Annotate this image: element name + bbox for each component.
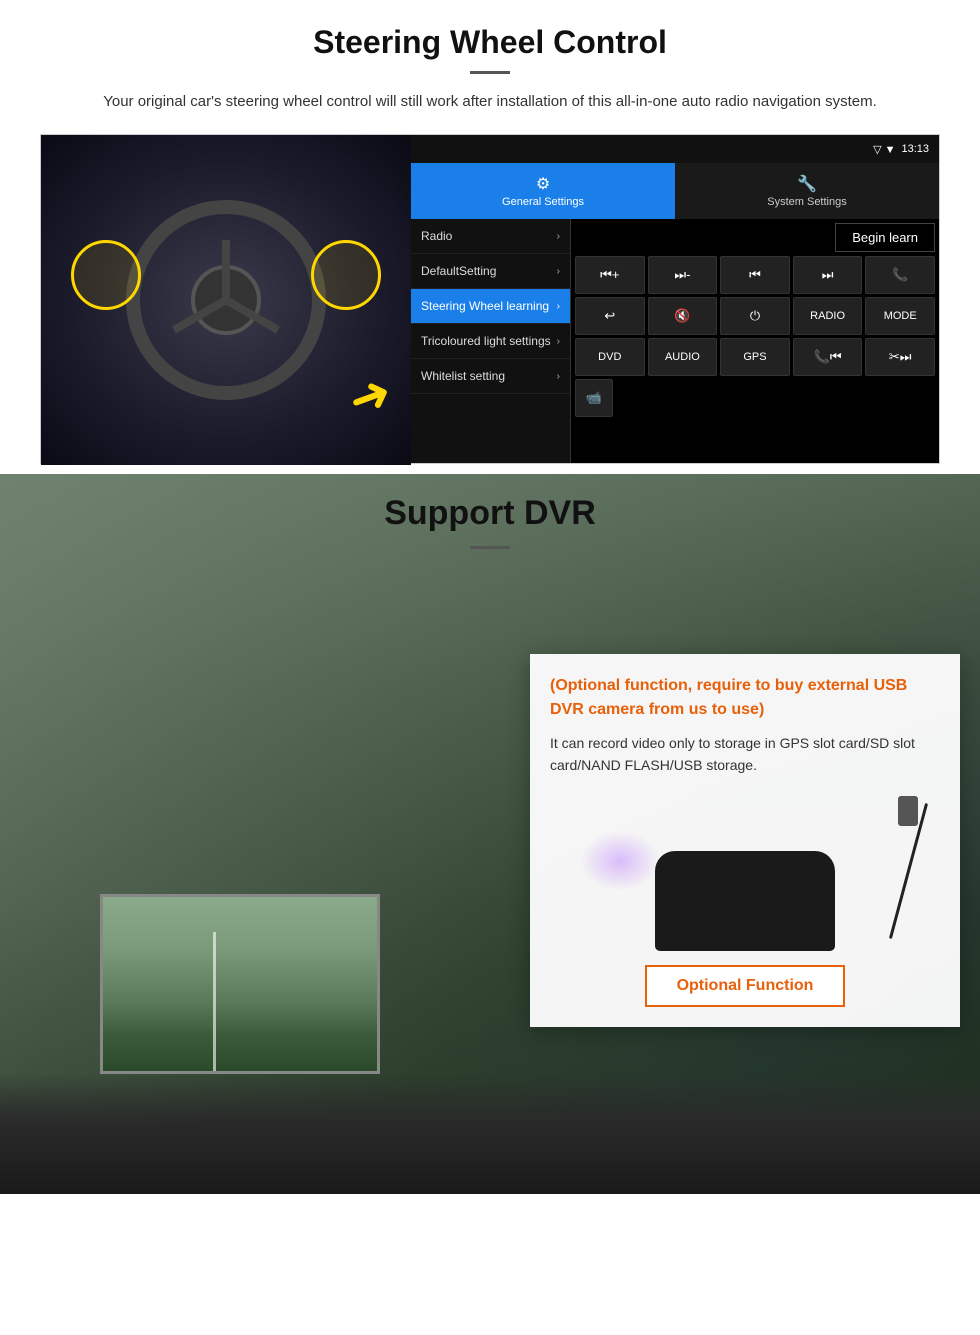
ctrl-cut-next[interactable]: ✂⏭ (865, 338, 935, 376)
menu-list: Radio › DefaultSetting › Steering Wheel … (411, 219, 571, 463)
dvr-bottom-overlay (0, 1074, 980, 1194)
ctrl-vol-down[interactable]: ⏭- (648, 256, 718, 294)
steering-bg: ➜ (41, 135, 411, 465)
dvr-title-divider (470, 546, 510, 549)
optional-function-button[interactable]: Optional Function (645, 965, 846, 1007)
dvr-optional-text: (Optional function, require to buy exter… (550, 674, 940, 722)
dvr-background: Support DVR (Optional function, require … (0, 474, 980, 1194)
status-time: 13:13 (901, 143, 929, 155)
menu-tricoloured-label: Tricoloured light settings (421, 334, 551, 348)
ctrl-mode[interactable]: MODE (865, 297, 935, 335)
dvr-description: It can record video only to storage in G… (550, 732, 940, 777)
menu-steering-label: Steering Wheel learning (421, 299, 549, 313)
dvr-section: Support DVR (Optional function, require … (0, 474, 980, 1194)
steering-title: Steering Wheel Control (40, 24, 940, 61)
dvr-thumbnail (100, 894, 380, 1074)
system-icon: 🔧 (797, 174, 817, 194)
menu-item-whitelist[interactable]: Whitelist setting › (411, 359, 570, 394)
ctrl-vol-up[interactable]: ⏮+ (575, 256, 645, 294)
dvr-title: Support DVR (0, 494, 980, 533)
android-tabs: ⚙ General Settings 🔧 System Settings (411, 163, 939, 219)
android-panel: ▽ ▼ 13:13 ⚙ General Settings 🔧 System Se… (411, 135, 939, 463)
yellow-arrow: ➜ (340, 362, 399, 431)
steering-section: Steering Wheel Control Your original car… (0, 0, 980, 464)
dvr-thumb-inner (103, 897, 377, 1071)
chevron-default: › (557, 266, 560, 277)
ctrl-phone[interactable]: 📞 (865, 256, 935, 294)
ctrl-next[interactable]: ⏭ (793, 256, 863, 294)
gear-icon: ⚙ (536, 174, 550, 194)
ctrl-back[interactable]: ↩ (575, 297, 645, 335)
tab-system-label: System Settings (767, 196, 846, 208)
ctrl-camera[interactable]: 📹 (575, 379, 613, 417)
status-icons: ▽ ▼ (873, 143, 895, 156)
chevron-whitelist: › (557, 371, 560, 382)
ctrl-power[interactable]: ⏻ (720, 297, 790, 335)
menu-radio-label: Radio (421, 229, 452, 243)
controls-grid: ⏮+ ⏭- ⏮ ⏭ 📞 ↩ 🔇 ⏻ RADIO MODE DVD AUDIO G… (575, 256, 935, 376)
ctrl-audio[interactable]: AUDIO (648, 338, 718, 376)
dvr-camera-image (550, 791, 940, 951)
ctrl-prev[interactable]: ⏮ (720, 256, 790, 294)
chevron-steering: › (557, 301, 560, 312)
menu-item-radio[interactable]: Radio › (411, 219, 570, 254)
wheel-outer (126, 200, 326, 400)
title-divider (470, 71, 510, 74)
menu-item-default[interactable]: DefaultSetting › (411, 254, 570, 289)
ctrl-radio[interactable]: RADIO (793, 297, 863, 335)
android-statusbar: ▽ ▼ 13:13 (411, 135, 939, 163)
controls-area: Begin learn ⏮+ ⏭- ⏮ ⏭ 📞 ↩ 🔇 ⏻ RADIO MODE (571, 219, 939, 463)
tab-general-label: General Settings (502, 196, 584, 208)
dvr-camera-body (655, 851, 835, 951)
highlight-right (311, 240, 381, 310)
menu-whitelist-label: Whitelist setting (421, 369, 505, 383)
steering-subtitle: Your original car's steering wheel contr… (80, 90, 900, 114)
spoke-3 (222, 240, 230, 300)
ctrl-phone-prev[interactable]: 📞⏮ (793, 338, 863, 376)
chevron-radio: › (557, 231, 560, 242)
chevron-tricoloured: › (557, 336, 560, 347)
menu-item-tricoloured[interactable]: Tricoloured light settings › (411, 324, 570, 359)
tab-general[interactable]: ⚙ General Settings (411, 163, 675, 219)
highlight-left (71, 240, 141, 310)
menu-area: Radio › DefaultSetting › Steering Wheel … (411, 219, 939, 463)
steering-demo: ➜ ▽ ▼ 13:13 ⚙ General Settings 🔧 System … (40, 134, 940, 464)
steering-photo: ➜ (41, 135, 411, 465)
begin-learn-button[interactable]: Begin learn (835, 223, 935, 252)
dvr-usb-connector (898, 796, 918, 826)
ctrl-dvd[interactable]: DVD (575, 338, 645, 376)
menu-item-steering[interactable]: Steering Wheel learning › (411, 289, 570, 324)
ctrl-mute[interactable]: 🔇 (648, 297, 718, 335)
begin-learn-row: Begin learn (575, 223, 935, 252)
menu-default-label: DefaultSetting (421, 264, 496, 278)
ctrl-gps[interactable]: GPS (720, 338, 790, 376)
tab-system[interactable]: 🔧 System Settings (675, 163, 939, 219)
dvr-camera-light (580, 831, 660, 891)
thumb-road-line (213, 932, 216, 1071)
dvr-info-card: (Optional function, require to buy exter… (530, 654, 960, 1027)
